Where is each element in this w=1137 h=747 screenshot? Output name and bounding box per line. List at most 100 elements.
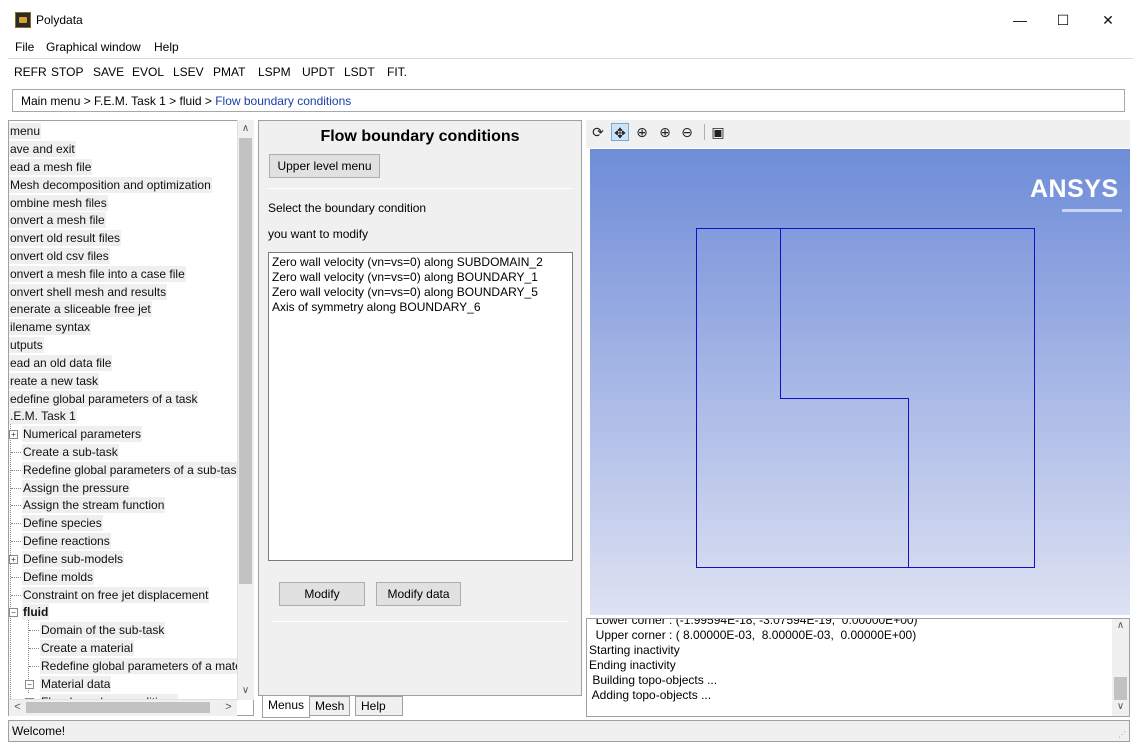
resize-grip-icon[interactable]: ⋰ (1118, 730, 1128, 740)
tree-connector (11, 470, 21, 471)
maximize-button[interactable]: ☐ (1040, 6, 1086, 34)
scroll-down-icon[interactable]: ∨ (237, 683, 254, 699)
modify-data-button[interactable]: Modify data (376, 582, 461, 606)
tree-item-fluid[interactable]: fluid (22, 604, 50, 620)
tree-item-create-task[interactable]: reate a new task (9, 373, 100, 389)
tree-item-define-molds[interactable]: Define molds (22, 569, 95, 585)
tree-hscroll-thumb[interactable] (26, 702, 210, 713)
collapse-icon[interactable]: − (25, 680, 34, 689)
tree-item-assign-pressure[interactable]: Assign the pressure (22, 480, 131, 496)
tree-item-convert-csv[interactable]: onvert old csv files (9, 248, 110, 264)
breadcrumb-path: Main menu > F.E.M. Task 1 > fluid > (21, 94, 216, 108)
list-item[interactable]: Zero wall velocity (vn=vs=0) along BOUND… (272, 270, 538, 284)
lspm-button[interactable]: LSPM (258, 65, 291, 79)
instruction-label: Select the boundary condition (268, 201, 427, 215)
menu-file[interactable]: File (15, 40, 34, 54)
scroll-down-icon[interactable]: ∨ (1112, 701, 1129, 712)
tab-mesh[interactable]: Mesh (309, 696, 351, 716)
list-item[interactable]: Axis of symmetry along BOUNDARY_6 (272, 300, 481, 314)
menu-bar: File Graphical window Help (0, 38, 1137, 58)
menu-graphical-window[interactable]: Graphical window (46, 40, 141, 54)
fit-button[interactable]: FIT. (387, 65, 407, 79)
zoom-in-icon[interactable]: ⊕ (656, 123, 674, 141)
boundary-condition-list[interactable]: Zero wall velocity (vn=vs=0) along SUBDO… (268, 252, 573, 561)
expand-icon[interactable]: + (9, 555, 18, 564)
tree-item-fem-task[interactable]: .E.M. Task 1 (9, 408, 77, 424)
minimize-button[interactable]: — (997, 6, 1043, 34)
tab-menus[interactable]: Menus (262, 696, 311, 718)
scroll-right-icon[interactable]: > (220, 699, 237, 716)
tree-item-mesh-decomposition[interactable]: Mesh decomposition and optimization (9, 177, 212, 193)
divider (268, 188, 572, 189)
tree-item-material-data[interactable]: Material data (40, 676, 112, 692)
tree-item-convert-case[interactable]: onvert a mesh file into a case file (9, 266, 186, 282)
tree-item-redefine-material[interactable]: Redefine global parameters of a mate (40, 658, 243, 674)
snapshot-icon[interactable]: ▣ (709, 123, 727, 141)
refr-button[interactable]: REFR (14, 65, 47, 79)
tree-connector (11, 452, 21, 453)
tree-item-assign-stream[interactable]: Assign the stream function (22, 497, 166, 513)
save-button[interactable]: SAVE (93, 65, 124, 79)
tree-item-main-menu[interactable]: menu (9, 123, 42, 139)
stop-button[interactable]: STOP (51, 65, 83, 79)
zoom-window-icon[interactable]: ⊕ (633, 123, 651, 141)
evol-button[interactable]: EVOL (132, 65, 164, 79)
tree-item-define-reactions[interactable]: Define reactions (22, 533, 111, 549)
scroll-up-icon[interactable]: ∧ (237, 121, 254, 137)
tree-item-numerical-parameters[interactable]: Numerical parameters (22, 426, 143, 442)
tree-item-free-jet-constraint[interactable]: Constraint on free jet displacement (22, 587, 210, 603)
tree-item-combine-mesh[interactable]: ombine mesh files (9, 195, 108, 211)
tree-item-read-mesh[interactable]: ead a mesh file (9, 159, 93, 175)
toolbar-divider (704, 124, 705, 140)
tree-item-define-species[interactable]: Define species (22, 515, 103, 531)
upper-level-menu-button[interactable]: Upper level menu (269, 154, 380, 178)
command-toolbar: REFR STOP SAVE EVOL LSEV PMAT LSPM UPDT … (0, 60, 1137, 84)
tree-item-read-data[interactable]: ead an old data file (9, 355, 113, 371)
status-text: Welcome! (12, 724, 66, 738)
console-line: Adding topo-objects ... (589, 688, 712, 702)
list-item[interactable]: Zero wall velocity (vn=vs=0) along BOUND… (272, 285, 538, 299)
status-bar: Welcome! (8, 720, 1130, 742)
rotate-icon[interactable]: ⟳ (589, 123, 607, 141)
tree-item-outputs[interactable]: utputs (9, 337, 44, 353)
toolbar-divider (8, 58, 1133, 59)
tree-connector (29, 630, 39, 631)
tree-item-save-exit[interactable]: ave and exit (9, 141, 76, 157)
collapse-icon[interactable]: − (9, 608, 18, 617)
pmat-button[interactable]: PMAT (213, 65, 245, 79)
scroll-up-icon[interactable]: ∧ (1112, 620, 1129, 631)
tree-item-redefine-task[interactable]: edefine global parameters of a task (9, 391, 199, 407)
tree-connector (11, 595, 21, 596)
tree-item-convert-shell[interactable]: onvert shell mesh and results (9, 284, 168, 300)
console-scroll-thumb[interactable] (1114, 677, 1127, 700)
tree-item-define-submodels[interactable]: Define sub-models (22, 551, 125, 567)
tree-item-convert-results[interactable]: onvert old result files (9, 230, 122, 246)
close-button[interactable]: ✕ (1085, 6, 1131, 34)
menu-help[interactable]: Help (154, 40, 179, 54)
list-item[interactable]: Zero wall velocity (vn=vs=0) along SUBDO… (272, 255, 543, 269)
console-line: Starting inactivity (589, 643, 680, 657)
expand-icon[interactable]: + (9, 430, 18, 439)
tree-connector (11, 523, 21, 524)
lsdt-button[interactable]: LSDT (344, 65, 375, 79)
lsev-button[interactable]: LSEV (173, 65, 204, 79)
scroll-left-icon[interactable]: < (9, 699, 26, 716)
tree-item-convert-mesh[interactable]: onvert a mesh file (9, 212, 106, 228)
zoom-out-icon[interactable]: ⊖ (678, 123, 696, 141)
pan-icon[interactable]: ✥ (611, 123, 629, 141)
tree-connector (11, 577, 21, 578)
tree-item-redefine-subtask[interactable]: Redefine global parameters of a sub-task (22, 462, 244, 478)
instruction-label: you want to modify (268, 227, 369, 241)
tree-item-free-jet[interactable]: enerate a sliceable free jet (9, 301, 152, 317)
breadcrumb-text: Main menu > F.E.M. Task 1 > fluid > Flow… (21, 94, 351, 108)
modify-button[interactable]: Modify (279, 582, 365, 606)
tree-item-create-material[interactable]: Create a material (40, 640, 135, 656)
graphics-viewport[interactable] (590, 149, 1130, 615)
tab-help[interactable]: Help (355, 696, 403, 716)
tree-item-create-subtask[interactable]: Create a sub-task (22, 444, 119, 460)
updt-button[interactable]: UPDT (302, 65, 335, 79)
tree-item-filename-syntax[interactable]: ilename syntax (9, 319, 92, 335)
tree-scroll-thumb[interactable] (239, 138, 252, 584)
tree-item-domain-subtask[interactable]: Domain of the sub-task (40, 622, 166, 638)
console-output: Lower corner : (-1.99594E-18, -3.07594E-… (586, 618, 1130, 717)
